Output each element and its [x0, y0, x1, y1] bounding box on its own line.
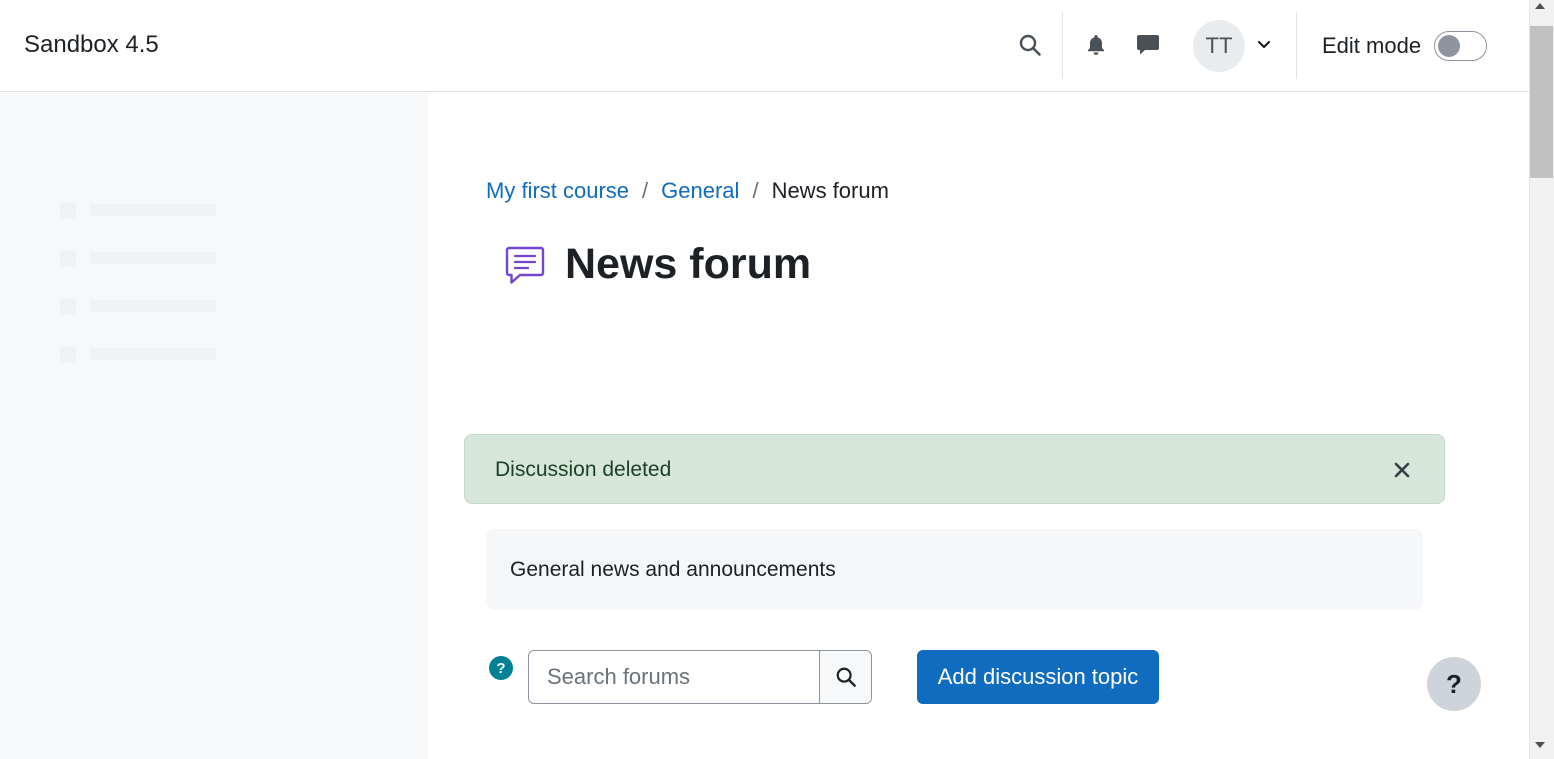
page-title: News forum	[565, 240, 812, 288]
navbar-divider	[1062, 12, 1063, 79]
breadcrumb-link-section[interactable]: General	[661, 178, 739, 204]
forum-intro: General news and announcements	[486, 529, 1423, 610]
search-button[interactable]	[1011, 26, 1049, 64]
placeholder-item	[60, 200, 220, 220]
breadcrumb-link-course[interactable]: My first course	[486, 178, 629, 204]
search-help-icon[interactable]: ?	[489, 656, 513, 680]
success-alert: Discussion deleted	[464, 434, 1445, 504]
search-icon	[836, 667, 856, 687]
close-icon	[1394, 462, 1410, 478]
forum-icon	[504, 244, 546, 286]
breadcrumb-separator: /	[642, 178, 649, 203]
top-navbar: Sandbox 4.5 TT Edit mode	[0, 0, 1529, 92]
navbar-divider	[1296, 12, 1297, 79]
forum-intro-text: General news and announcements	[510, 558, 836, 581]
breadcrumb-current: News forum	[771, 178, 889, 203]
search-submit-button[interactable]	[819, 651, 871, 703]
user-avatar[interactable]: TT	[1193, 20, 1245, 72]
site-name[interactable]: Sandbox 4.5	[24, 31, 159, 59]
bell-icon	[1088, 35, 1104, 55]
scroll-thumb[interactable]	[1530, 26, 1553, 178]
forum-search	[528, 650, 872, 704]
user-menu-toggle[interactable]	[1253, 34, 1275, 56]
edit-mode-toggle[interactable]	[1434, 31, 1487, 61]
scroll-down-arrow[interactable]	[1535, 742, 1545, 748]
alert-close-button[interactable]	[1390, 458, 1414, 482]
add-discussion-topic-button[interactable]: Add discussion topic	[917, 650, 1159, 704]
edit-mode-label: Edit mode	[1322, 33, 1422, 58]
scroll-up-arrow[interactable]	[1535, 3, 1545, 9]
chat-icon	[1137, 35, 1159, 55]
placeholder-item	[60, 344, 220, 364]
toggle-knob	[1438, 35, 1460, 57]
search-forums-input[interactable]	[529, 651, 819, 703]
chevron-down-icon	[1257, 40, 1271, 49]
alert-message: Discussion deleted	[495, 458, 672, 481]
breadcrumb-separator: /	[752, 178, 759, 203]
course-index-drawer	[0, 92, 428, 759]
placeholder-item	[60, 248, 220, 268]
placeholder-item	[60, 296, 220, 316]
messages-button[interactable]	[1130, 26, 1166, 64]
help-button[interactable]: ?	[1427, 657, 1481, 711]
search-icon	[1019, 34, 1041, 56]
notifications-button[interactable]	[1078, 26, 1114, 64]
breadcrumb: My first course / General / News forum	[486, 178, 889, 204]
